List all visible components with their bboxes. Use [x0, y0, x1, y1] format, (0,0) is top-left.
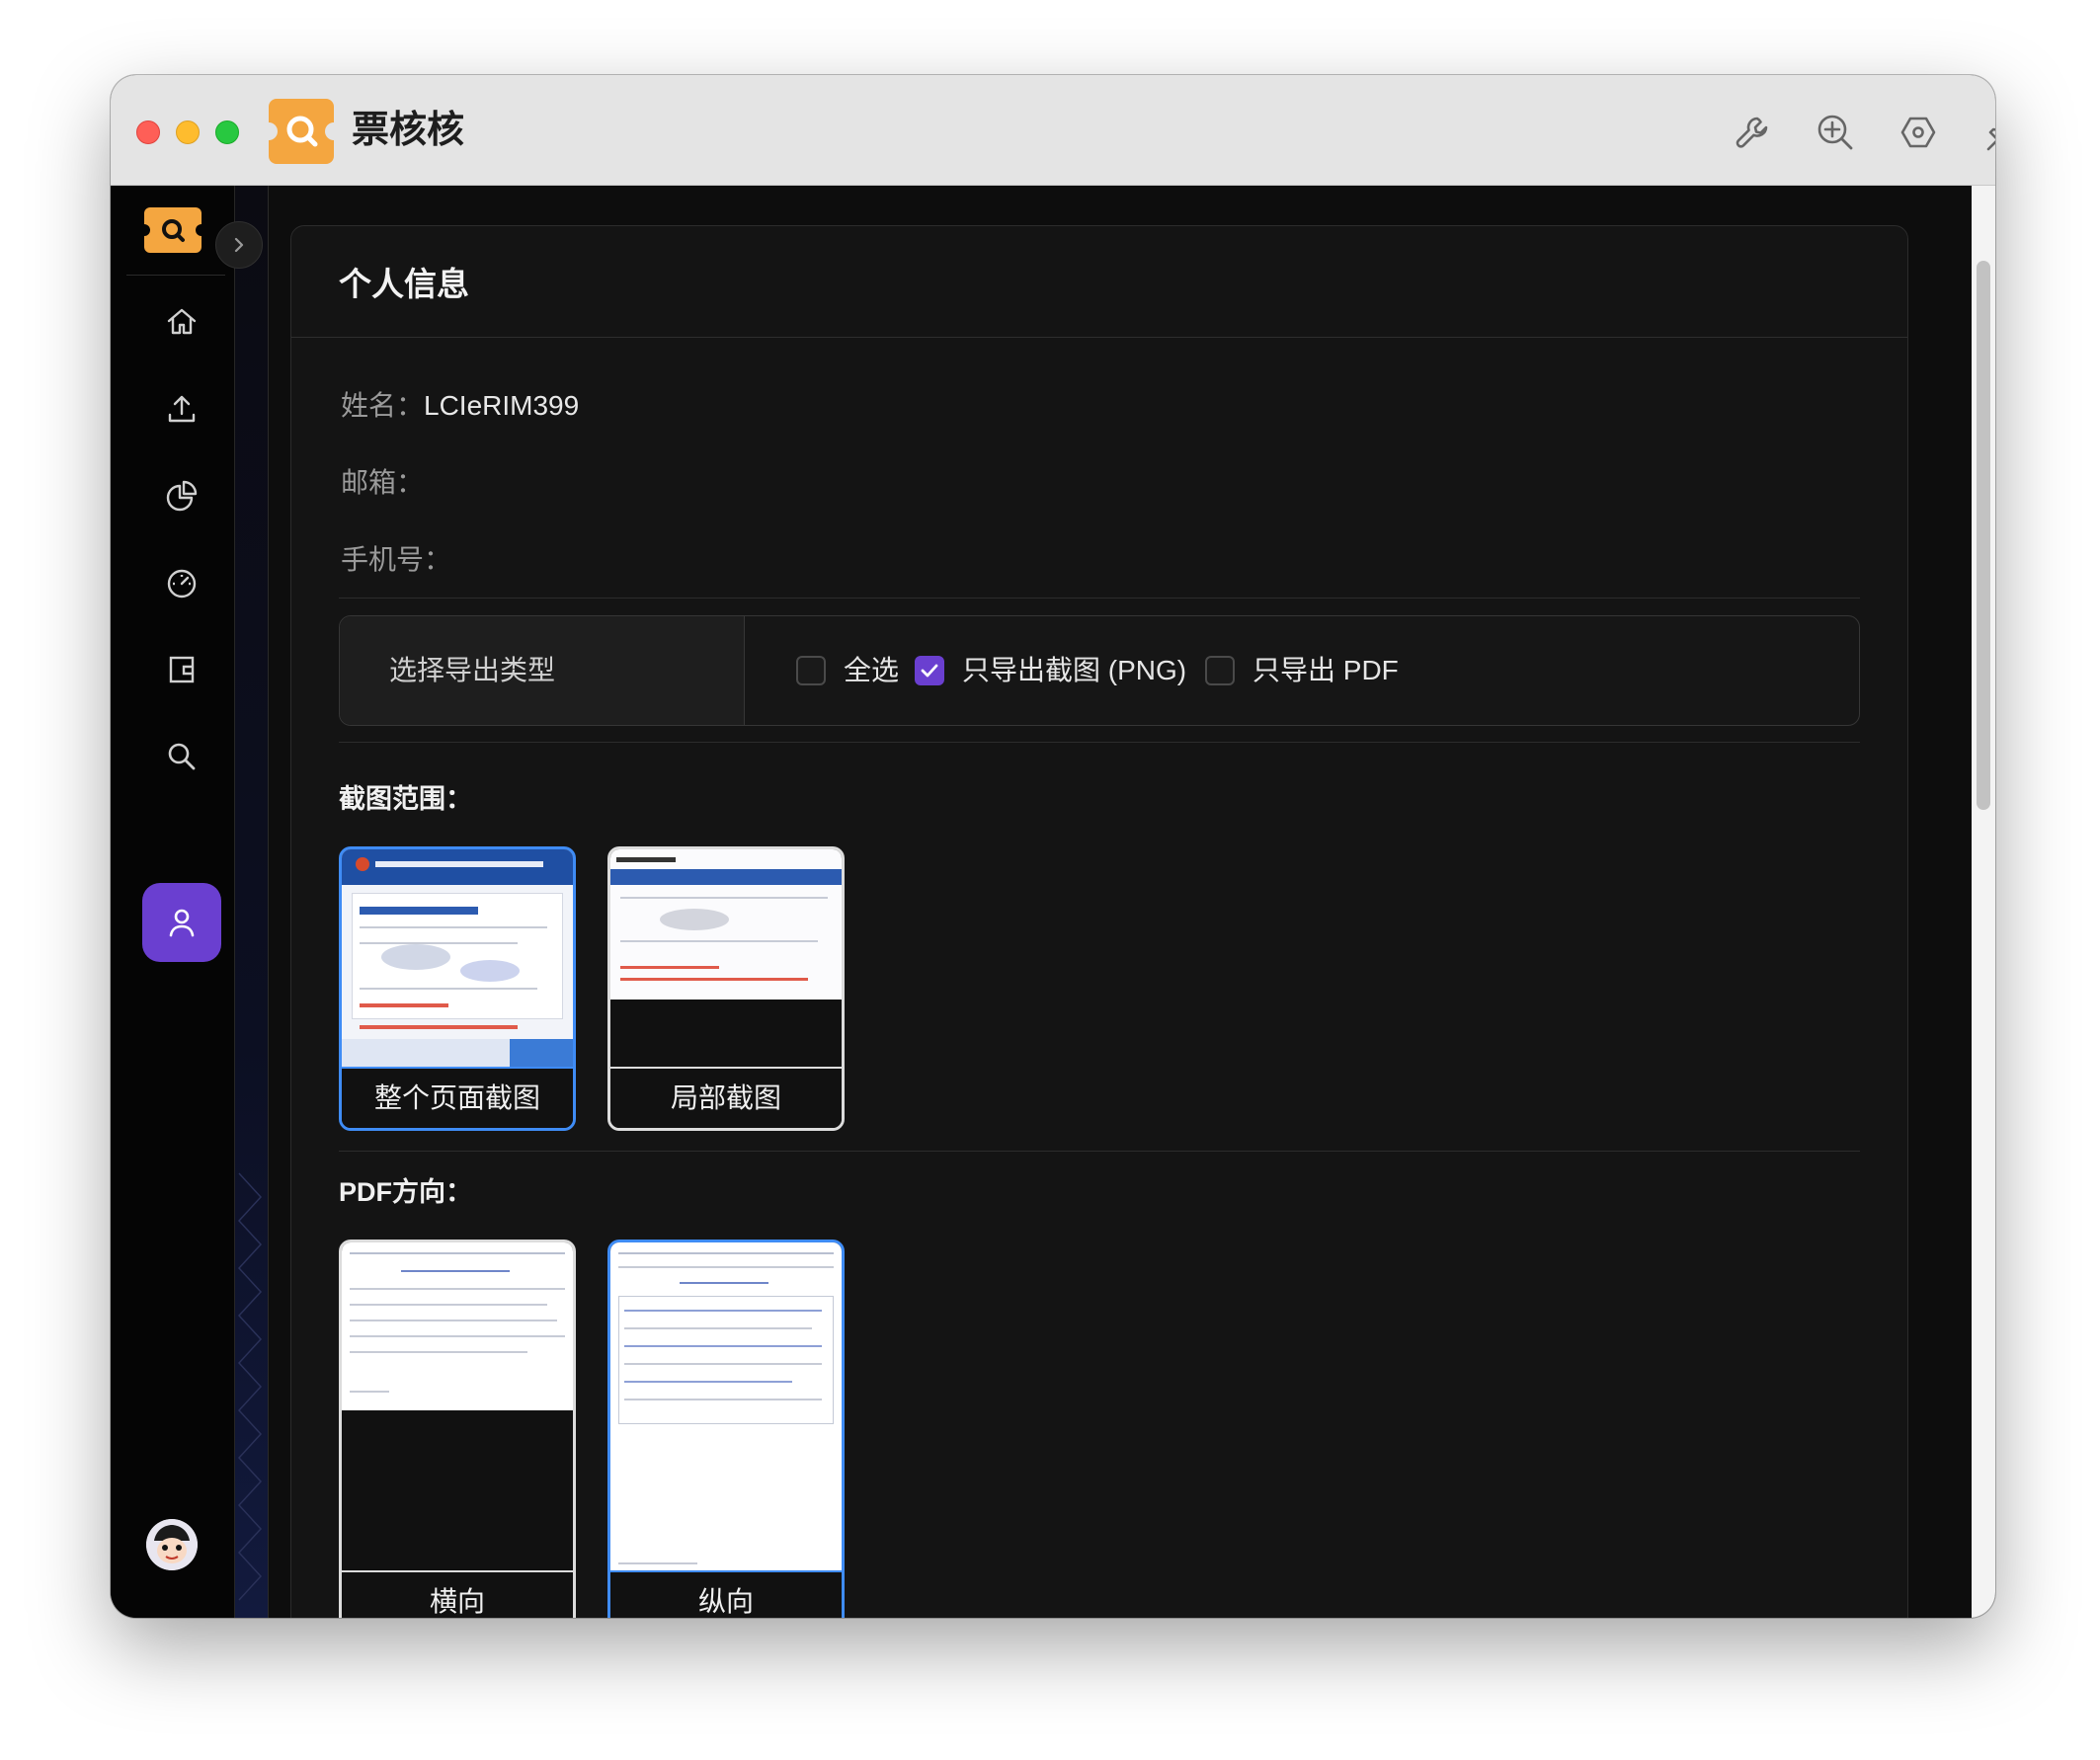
export-type-label: 选择导出类型	[340, 616, 745, 725]
export-option-label: 全选	[844, 655, 900, 685]
sidebar	[111, 186, 235, 1618]
wallet-icon	[169, 656, 195, 683]
home-icon	[167, 308, 197, 335]
landscape-label: 横向	[342, 1570, 573, 1618]
minimize-window-button[interactable]	[176, 120, 200, 144]
title-bar: 票核核	[111, 75, 1995, 186]
app-title: 票核核	[352, 110, 465, 151]
app-window: 票核核 个人信息 姓名：LCIeRIM399 邮箱： 手机号： 选择导出类型 全…	[111, 75, 1995, 1618]
sidebar-item-wallet[interactable]	[142, 630, 221, 709]
partial-screenshot-option[interactable]: 局部截图	[607, 846, 845, 1131]
hexagon-settings-icon[interactable]	[1897, 111, 1940, 154]
png-only-checkbox[interactable]	[915, 656, 944, 685]
sidebar-item-dashboard[interactable]	[142, 543, 221, 622]
full-page-screenshot-option[interactable]: 整个页面截图	[339, 846, 576, 1131]
zoom-window-button[interactable]	[215, 120, 239, 144]
pin-icon[interactable]	[1979, 111, 1995, 154]
export-option-label: 只导出截图 (PNG)	[962, 655, 1187, 685]
sidebar-divider	[126, 275, 225, 276]
divider	[339, 1151, 1860, 1152]
divider	[339, 742, 1860, 743]
phone-row: 手机号：	[341, 540, 451, 580]
card-header-divider	[291, 337, 1907, 338]
partial-screenshot-preview	[610, 849, 842, 1000]
export-type-selector: 选择导出类型 全选 只导出截图 (PNG) 只导出 PDF	[339, 615, 1860, 726]
wrench-icon[interactable]	[1731, 111, 1774, 154]
screenshot-range-title: 截图范围：	[339, 784, 472, 814]
export-option-label: 只导出 PDF	[1252, 655, 1399, 685]
email-label: 邮箱：	[341, 467, 425, 498]
export-option-pdf[interactable]: 只导出 PDF	[1205, 654, 1399, 687]
name-label: 姓名：	[341, 390, 425, 421]
pdf-orientation-title: PDF方向：	[339, 1177, 472, 1207]
search-icon	[168, 743, 196, 770]
zoom-in-icon[interactable]	[1814, 111, 1857, 154]
upload-icon	[168, 395, 196, 423]
full-page-preview	[342, 849, 573, 1069]
pie-chart-icon	[166, 480, 198, 512]
sidebar-item-upload[interactable]	[142, 369, 221, 448]
sidebar-item-home[interactable]	[142, 282, 221, 361]
chevron-right-icon	[234, 237, 244, 253]
close-window-button[interactable]	[136, 120, 160, 144]
user-icon	[169, 909, 195, 937]
sidebar-item-profile[interactable]	[142, 883, 221, 962]
main-content: 个人信息 姓名：LCIeRIM399 邮箱： 手机号： 选择导出类型 全选 只导…	[269, 186, 1972, 1618]
scrollbar[interactable]	[1972, 186, 1995, 1618]
sidebar-item-statistics[interactable]	[142, 456, 221, 535]
export-option-png[interactable]: 只导出截图 (PNG)	[915, 654, 1186, 687]
sidebar-logo-icon	[138, 207, 207, 253]
landscape-preview	[342, 1242, 573, 1410]
sidebar-collapse-button[interactable]	[215, 221, 263, 269]
full-page-screenshot-label: 整个页面截图	[342, 1067, 573, 1128]
checkmark-icon	[921, 664, 938, 678]
divider	[339, 598, 1860, 599]
card-title: 个人信息	[339, 266, 469, 302]
user-avatar[interactable]	[146, 1519, 198, 1570]
name-row: 姓名：LCIeRIM399	[341, 386, 579, 426]
scrollbar-thumb[interactable]	[1977, 261, 1990, 810]
sidebar-item-search[interactable]	[142, 717, 221, 796]
portrait-preview	[610, 1242, 842, 1576]
landscape-option[interactable]: 横向	[339, 1240, 576, 1618]
email-row: 邮箱：	[341, 463, 424, 503]
export-option-all[interactable]: 全选	[796, 654, 899, 687]
phone-label: 手机号：	[341, 544, 452, 575]
speedometer-icon	[167, 569, 197, 599]
select-all-checkbox[interactable]	[796, 656, 826, 685]
name-value: LCIeRIM399	[424, 390, 580, 421]
profile-card: 个人信息 姓名：LCIeRIM399 邮箱： 手机号： 选择导出类型 全选 只导…	[290, 225, 1908, 1618]
portrait-option[interactable]: 纵向	[607, 1240, 845, 1618]
partial-screenshot-label: 局部截图	[610, 1067, 842, 1128]
sidebar-decoration	[235, 186, 269, 1618]
pdf-only-checkbox[interactable]	[1205, 656, 1235, 685]
portrait-label: 纵向	[610, 1570, 842, 1618]
app-logo-icon	[260, 99, 343, 164]
